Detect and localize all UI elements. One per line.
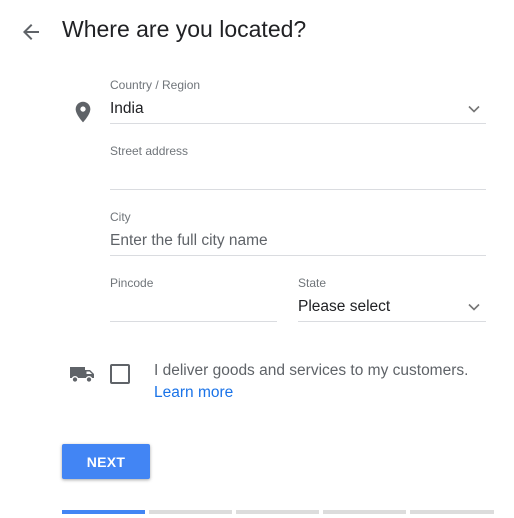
country-region-select[interactable]: Country / Region India	[110, 78, 486, 126]
progress-step-5	[410, 510, 494, 514]
street-address-label: Street address	[110, 144, 189, 158]
state-select[interactable]: State Please select	[298, 276, 486, 324]
arrow-left-icon	[23, 24, 39, 40]
deliver-label: I deliver goods and services to my custo…	[154, 362, 469, 379]
truck-icon	[70, 367, 94, 383]
city-field[interactable]: City Enter the full city name	[110, 210, 486, 258]
state-underline	[298, 321, 486, 322]
pincode-label: Pincode	[110, 276, 154, 290]
location-pin-icon	[75, 101, 91, 123]
city-underline	[110, 255, 486, 256]
learn-more-link[interactable]: Learn more	[154, 384, 233, 402]
next-button[interactable]: NEXT	[62, 444, 150, 479]
progress-step-4	[323, 510, 406, 514]
progress-step-3	[236, 510, 319, 514]
chevron-down-icon	[468, 105, 480, 113]
city-label: City	[110, 210, 131, 224]
pincode-field[interactable]: Pincode	[110, 276, 277, 324]
back-button[interactable]	[19, 20, 43, 44]
city-placeholder: Enter the full city name	[110, 232, 268, 249]
deliver-checkbox[interactable]	[110, 364, 130, 384]
progress-step-2	[149, 510, 232, 514]
chevron-down-icon	[468, 303, 480, 311]
step-progress-bar	[62, 510, 494, 514]
page-title: Where are you located?	[62, 16, 307, 42]
country-region-value: India	[110, 100, 144, 117]
country-underline	[110, 123, 486, 124]
pincode-underline	[110, 321, 277, 322]
country-region-label: Country / Region	[110, 78, 201, 92]
progress-step-1	[62, 510, 145, 514]
street-address-field[interactable]: Street address	[110, 144, 486, 192]
state-label: State	[298, 276, 327, 290]
state-value: Please select	[298, 298, 391, 315]
street-address-underline	[110, 189, 486, 190]
